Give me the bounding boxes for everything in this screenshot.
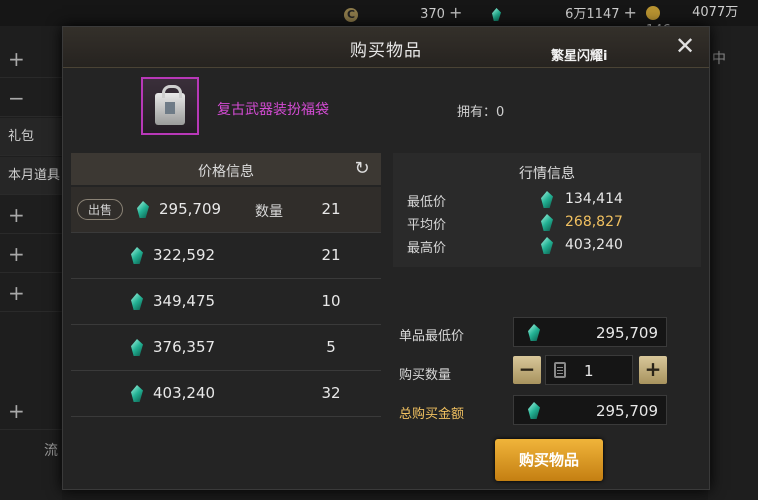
calculator-icon[interactable] [554,362,566,378]
gem-icon [541,191,553,208]
quantity-label: 购买数量 [399,368,452,383]
listing-price: 349,475 [153,292,216,310]
total-amount-field: 295,709 [513,395,667,425]
gem-icon [131,293,143,310]
server-name: 繁星闪耀i [551,49,608,64]
sidebar-item-gift[interactable]: 礼包 [0,118,62,156]
gift-bag-icon [155,85,185,125]
price-info-panel: 价格信息 ↻ 出售 295,709 数量 21 322,592 21 349,4… [71,153,381,423]
background-right-text: 中 [712,51,726,67]
sidebar-expand-icon[interactable]: + [0,235,62,273]
market-info-title: 行情信息 [519,166,575,182]
listing-quantity: 10 [321,292,341,310]
sidebar-expand-icon[interactable]: + [0,40,62,78]
price-info-header: 价格信息 ↻ [71,153,381,185]
background-right-panel [708,26,758,500]
dialog-title: 购买物品 [350,41,422,61]
max-price-label: 最高价 [407,241,447,256]
background-bottom-text: 流 [44,443,58,459]
listing-price: 376,357 [153,338,216,356]
gem-icon [541,237,553,254]
item-name: 复古武器装扮福袋 [217,102,329,118]
unit-min-price-value: 295,709 [595,324,658,342]
gem-icon [528,324,540,341]
total-amount-label: 总购买金额 [399,407,465,422]
sidebar-expand-icon[interactable]: + [0,196,62,234]
close-icon[interactable]: ✕ [673,34,697,58]
unit-min-price-field: 295,709 [513,317,667,347]
refresh-icon[interactable]: ↻ [351,158,373,180]
gem-icon [541,214,553,231]
price-row[interactable]: 403,240 32 [71,371,381,417]
avg-price-label: 平均价 [407,218,447,233]
quantity-label: 数量 [255,204,283,220]
listing-price: 322,592 [153,246,216,264]
quantity-input[interactable]: 1 [545,355,633,385]
price-row[interactable]: 出售 295,709 数量 21 [71,187,381,233]
unit-min-price-label: 单品最低价 [399,329,465,344]
market-info-panel: 行情信息 最低价 134,414 平均价 268,827 最高价 403,240 [393,153,701,267]
max-price-value: 403,240 [565,237,623,253]
quantity-value: 1 [584,362,594,380]
gem-icon [528,402,540,419]
listing-quantity: 21 [321,246,341,264]
price-row[interactable]: 349,475 10 [71,279,381,325]
price-row[interactable]: 376,357 5 [71,325,381,371]
add-silver-icon[interactable]: + [449,3,462,22]
min-price-value: 134,414 [565,191,623,207]
gem-currency: 6万1147 + [492,4,637,22]
sidebar-collapse-icon[interactable]: − [0,79,62,117]
currency-bar: C 370 + 6万1147 + 4077万146 [0,0,758,38]
gem-icon [492,8,501,21]
buy-item-button[interactable]: 购买物品 [495,439,603,481]
item-thumbnail[interactable] [141,77,199,135]
gold-coin-icon [646,5,660,20]
total-amount-value: 295,709 [595,402,658,420]
increase-quantity-button[interactable]: + [639,356,667,384]
dialog-title-bar: 购买物品 繁星闪耀i ✕ [63,27,709,68]
listing-price: 295,709 [159,200,222,218]
min-price-label: 最低价 [407,195,447,210]
sell-button[interactable]: 出售 [77,199,123,220]
purchase-dialog: 购买物品 繁星闪耀i ✕ 复古武器装扮福袋 拥有：0 价格信息 ↻ 出售 295… [62,26,710,490]
silver-currency: C 370 + [344,4,462,22]
gem-amount: 6万1147 [565,7,620,22]
silver-coin-icon: C [344,7,358,22]
listing-price: 403,240 [153,384,216,402]
gem-icon [131,339,143,356]
price-info-title: 价格信息 [198,164,254,180]
avg-price-value: 268,827 [565,214,623,230]
listing-quantity: 21 [321,200,341,218]
sidebar-item-monthly[interactable]: 本月道具 [0,157,62,195]
add-gem-icon[interactable]: + [624,3,637,22]
gold-currency: 4077万146 [646,4,758,38]
owned-count: 拥有：0 [457,105,505,120]
gem-icon [131,385,143,402]
price-row[interactable]: 322,592 21 [71,233,381,279]
decrease-quantity-button[interactable]: − [513,356,541,384]
listing-quantity: 5 [326,338,336,356]
gem-icon [137,201,149,218]
sidebar-expand-icon[interactable]: + [0,392,62,430]
listing-quantity: 32 [321,384,341,402]
gem-icon [131,247,143,264]
sidebar-expand-icon[interactable]: + [0,274,62,312]
silver-amount: 370 [420,7,445,22]
